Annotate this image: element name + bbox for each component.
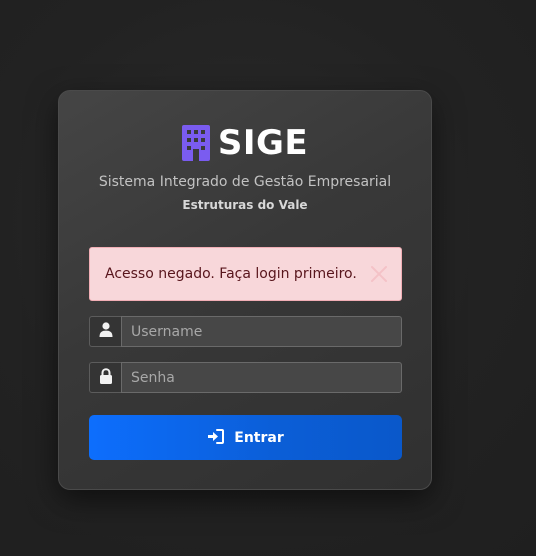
company-name: Estruturas do Vale [182, 198, 308, 212]
password-group [89, 362, 402, 393]
app-subtitle: Sistema Integrado de Gestão Empresarial [98, 174, 392, 190]
login-button-label: Entrar [234, 429, 284, 446]
login-button[interactable]: Entrar [89, 415, 402, 460]
sign-in-icon [207, 428, 225, 447]
password-input[interactable] [121, 362, 402, 393]
user-icon [99, 322, 113, 341]
app-title: SIGE [217, 123, 309, 163]
password-addon [89, 362, 121, 393]
login-page: SIGE Sistema Integrado de Gestão Empresa… [0, 0, 536, 556]
building-icon [181, 125, 210, 161]
close-icon[interactable] [369, 264, 389, 284]
brand-header: SIGE [59, 123, 431, 163]
username-input[interactable] [121, 316, 402, 347]
login-card: SIGE Sistema Integrado de Gestão Empresa… [58, 90, 432, 490]
username-group [89, 316, 402, 347]
lock-icon [99, 367, 113, 388]
alert-message: Acesso negado. Faça login primeiro. [105, 266, 357, 282]
error-alert: Acesso negado. Faça login primeiro. [89, 247, 402, 301]
username-addon [89, 316, 121, 347]
